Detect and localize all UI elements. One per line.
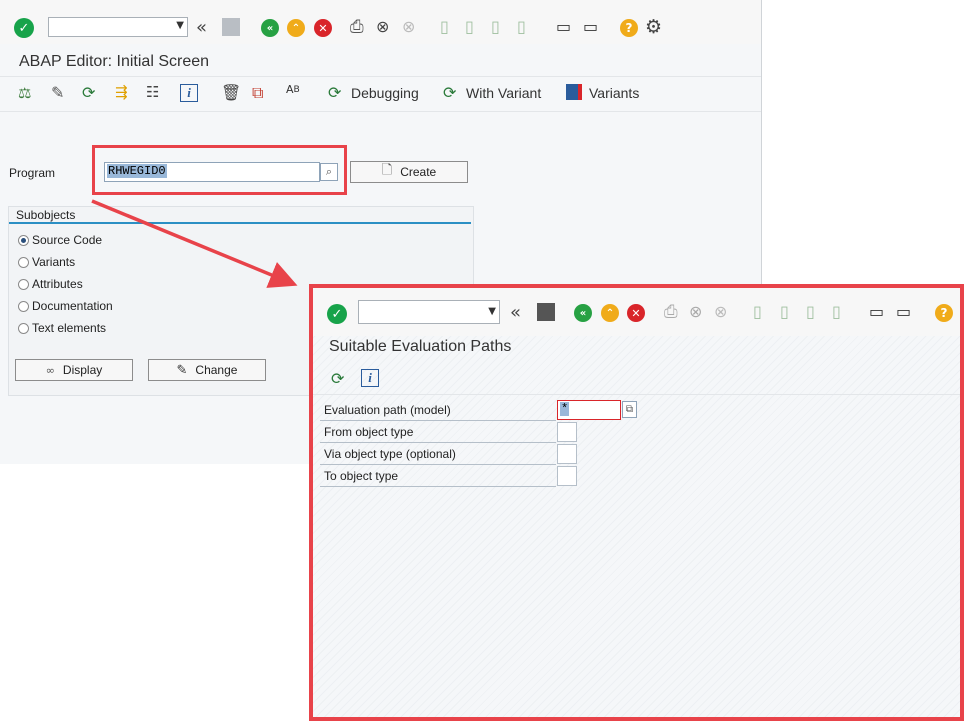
next-page-icon[interactable]: ▯: [806, 302, 815, 321]
previous-page-icon[interactable]: ▯: [780, 302, 789, 321]
from-object-type-label: From object type: [324, 425, 414, 439]
ok-icon[interactable]: ✓: [327, 304, 347, 324]
evaluation-path-label: Evaluation path (model): [324, 403, 451, 417]
new-session-icon[interactable]: ▭: [869, 302, 884, 321]
execute-icon[interactable]: ⟳: [331, 369, 344, 388]
via-object-type-row: Via object type (optional): [320, 443, 556, 465]
evaluation-path-row: Evaluation path (model): [320, 399, 556, 421]
cancel-icon[interactable]: ✕: [627, 304, 645, 322]
find-icon[interactable]: ⊗: [689, 302, 702, 321]
exit-icon[interactable]: ⌃: [601, 304, 619, 322]
first-page-icon[interactable]: ▯: [753, 302, 762, 321]
via-object-type-label: Via object type (optional): [324, 447, 456, 461]
to-object-type-row: To object type: [320, 465, 556, 487]
evaluation-paths-popup: ✓ ▼ « « ⌃ ✕ ⎙ ⊗ ⊗ ▯ ▯ ▯ ▯ ▭ ▭ ? Suitable…: [309, 284, 964, 721]
back-icon[interactable]: «: [574, 304, 592, 322]
to-object-type-label: To object type: [324, 469, 399, 483]
via-object-type-input[interactable]: [557, 444, 577, 464]
evaluation-path-input[interactable]: *: [557, 400, 621, 420]
chevron-down-icon: ▼: [488, 306, 496, 317]
command-field[interactable]: ▼: [358, 300, 500, 324]
shortcut-icon[interactable]: ▭: [896, 302, 911, 321]
find-next-icon[interactable]: ⊗: [714, 302, 727, 321]
info-icon[interactable]: i: [361, 369, 379, 387]
title-bar: Suitable Evaluation Paths: [313, 336, 960, 364]
from-object-type-input[interactable]: [557, 422, 577, 442]
popup-title: Suitable Evaluation Paths: [329, 338, 512, 355]
last-page-icon[interactable]: ▯: [832, 302, 841, 321]
application-toolbar: ⟳ i: [313, 364, 960, 395]
back-double-icon[interactable]: «: [510, 302, 521, 323]
to-object-type-input[interactable]: [557, 466, 577, 486]
from-object-type-row: From object type: [320, 421, 556, 443]
save-icon[interactable]: [537, 303, 555, 321]
help-icon[interactable]: ?: [935, 304, 953, 322]
print-icon[interactable]: ⎙: [664, 302, 678, 322]
system-toolbar: ✓ ▼ « « ⌃ ✕ ⎙ ⊗ ⊗ ▯ ▯ ▯ ▯ ▭ ▭ ?: [313, 288, 960, 336]
value-help-icon[interactable]: ⧉: [622, 401, 637, 418]
